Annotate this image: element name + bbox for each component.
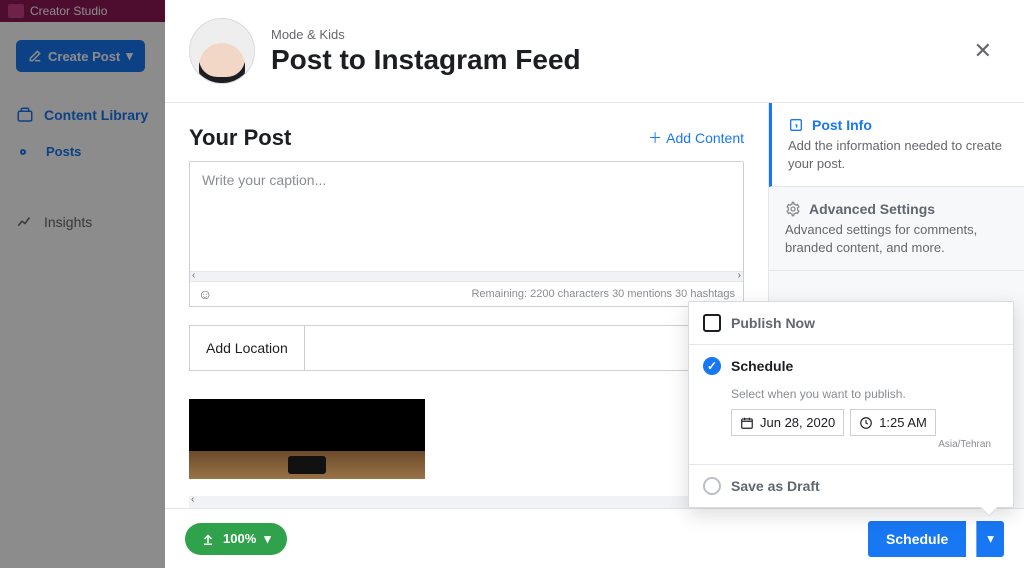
upload-status-button[interactable]: 100% ▾ [185, 523, 287, 555]
upload-icon [201, 532, 215, 546]
location-row: Add Location [189, 325, 744, 371]
caption-scrollbar[interactable] [190, 271, 743, 281]
upload-percent: 100% [223, 531, 256, 546]
panel-title: Advanced Settings [809, 201, 935, 217]
publish-options-popover: Publish Now Schedule Select when you wan… [688, 301, 1014, 508]
compose-modal: Mode & Kids Post to Instagram Feed ✕ You… [165, 0, 1024, 568]
emoji-icon[interactable]: ☺ [198, 286, 212, 302]
option-schedule[interactable]: Schedule [689, 344, 1013, 387]
panel-sub: Add the information needed to create you… [788, 137, 1008, 172]
media-thumbnail[interactable] [189, 399, 425, 479]
caption-remaining: Remaining: 2200 characters 30 mentions 3… [471, 288, 735, 300]
panel-post-info[interactable]: Post Info Add the information needed to … [769, 103, 1024, 187]
schedule-menu-button[interactable]: ▾ [976, 521, 1004, 557]
panel-sub: Advanced settings for comments, branded … [785, 221, 1008, 256]
option-save-draft[interactable]: Save as Draft [689, 464, 1013, 507]
location-input[interactable] [305, 326, 743, 370]
post-editor: Your Post ＋ Add Content ☺ Remaining: 220… [165, 103, 768, 508]
editor-scrollbar[interactable] [189, 496, 768, 508]
panel-advanced-settings[interactable]: Advanced Settings Advanced settings for … [769, 187, 1024, 271]
plus-icon: ＋ [648, 128, 662, 148]
section-heading-your-post: Your Post [189, 125, 291, 151]
option-label: Schedule [731, 358, 793, 374]
option-label: Save as Draft [731, 478, 820, 494]
option-label: Publish Now [731, 315, 815, 331]
calendar-icon [740, 416, 754, 430]
close-icon[interactable]: ✕ [966, 34, 1000, 68]
schedule-time-input[interactable]: 1:25 AM [850, 409, 936, 436]
account-name: Mode & Kids [271, 27, 581, 42]
checkbox-unchecked-icon [703, 314, 721, 332]
add-content-button[interactable]: ＋ Add Content [648, 128, 744, 148]
schedule-time-value: 1:25 AM [879, 415, 927, 430]
radio-unchecked-icon [703, 477, 721, 495]
caption-input[interactable] [190, 162, 743, 266]
caret-down-icon: ▾ [987, 531, 994, 546]
account-avatar [189, 18, 255, 84]
info-icon [788, 117, 804, 133]
sidebar-dimmer [0, 0, 165, 568]
schedule-date-input[interactable]: Jun 28, 2020 [731, 409, 844, 436]
add-location-button[interactable]: Add Location [190, 326, 305, 370]
option-publish-now[interactable]: Publish Now [689, 302, 1013, 344]
schedule-button[interactable]: Schedule [868, 521, 966, 557]
modal-title: Post to Instagram Feed [271, 44, 581, 76]
schedule-hint: Select when you want to publish. [731, 387, 999, 401]
gear-icon [785, 201, 801, 217]
add-content-label: Add Content [666, 130, 744, 146]
panel-title: Post Info [812, 117, 872, 133]
modal-footer: 100% ▾ Schedule ▾ [165, 508, 1024, 568]
clock-icon [859, 416, 873, 430]
modal-header: Mode & Kids Post to Instagram Feed ✕ [165, 0, 1024, 103]
schedule-date-value: Jun 28, 2020 [760, 415, 835, 430]
caption-box: ☺ Remaining: 2200 characters 30 mentions… [189, 161, 744, 307]
radio-checked-icon [703, 357, 721, 375]
caret-down-icon: ▾ [264, 531, 271, 547]
schedule-timezone: Asia/Tehran [731, 439, 999, 450]
